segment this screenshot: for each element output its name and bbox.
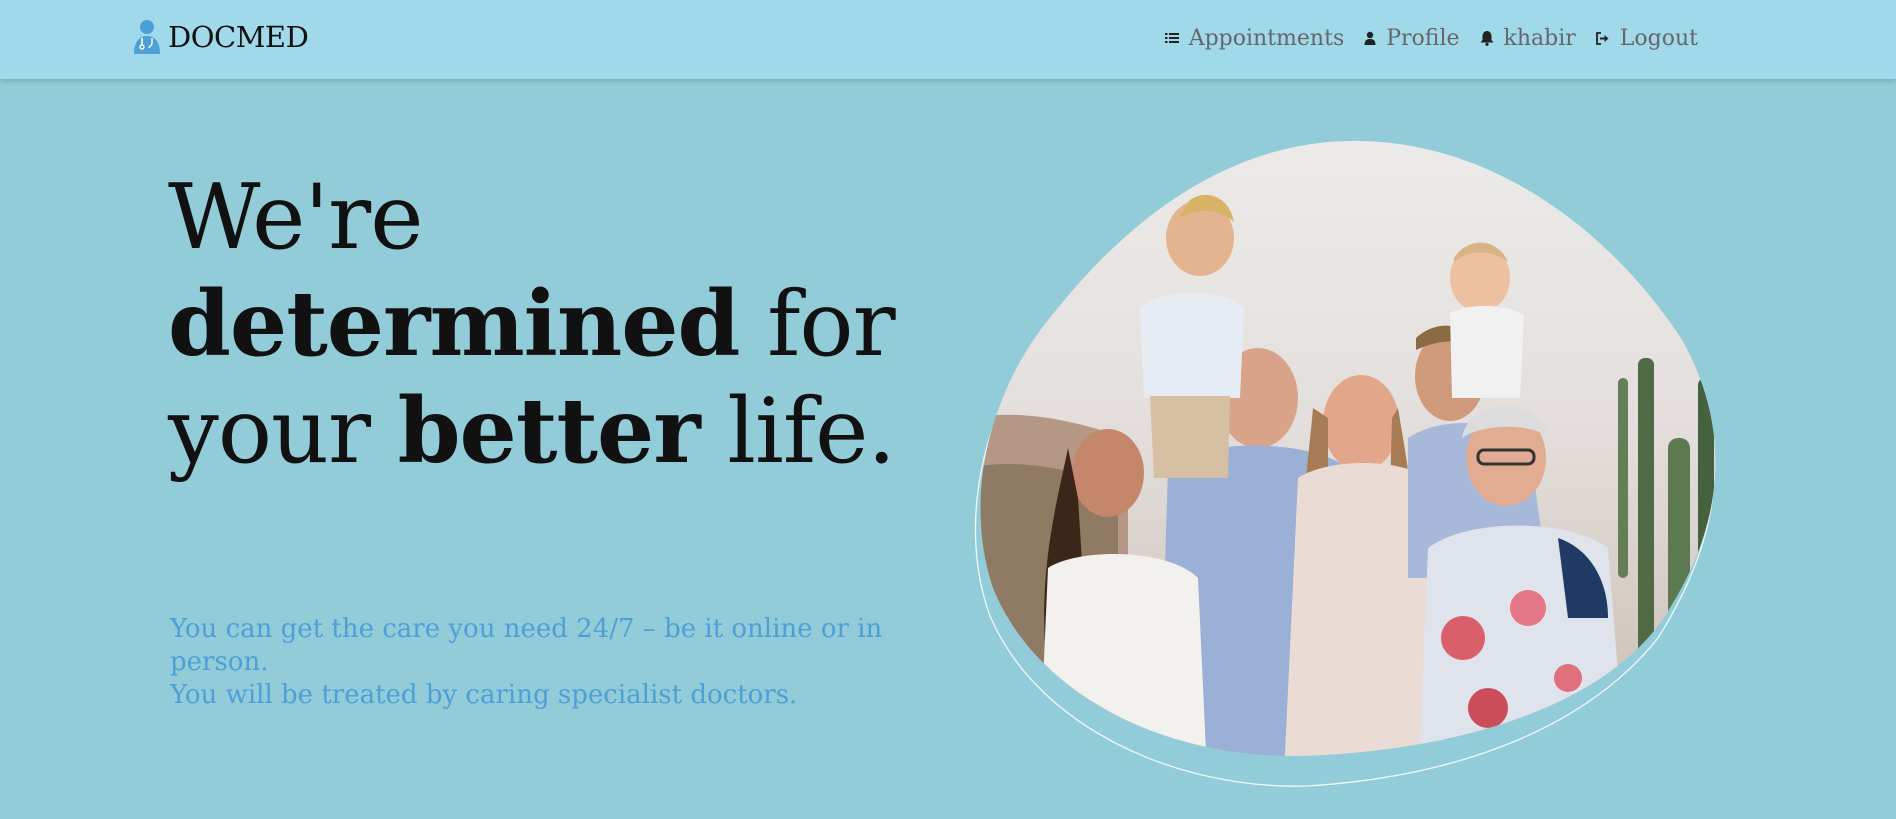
hero-title-word-3: for: [739, 272, 896, 377]
hero-title-word-4: your: [168, 379, 398, 484]
brand-logo-link[interactable]: DOCMED: [132, 18, 309, 56]
nav-appointments-label: Appointments: [1188, 25, 1345, 51]
nav-profile[interactable]: Profile: [1364, 25, 1460, 51]
user-icon: [1364, 31, 1376, 45]
nav-appointments[interactable]: Appointments: [1164, 25, 1345, 51]
brand-name: DOCMED: [168, 20, 309, 54]
nav-notifications[interactable]: khabir: [1480, 26, 1576, 51]
nav-profile-label: Profile: [1386, 25, 1460, 51]
hero-title: We're determined for your better life.: [168, 165, 928, 485]
hero-description: You can get the care you need 24/7 – be …: [170, 613, 910, 712]
nav-logout[interactable]: Logout: [1595, 25, 1698, 51]
bell-icon: [1480, 31, 1494, 46]
navbar: DOCMED Appointments Profile khabir Logou…: [0, 0, 1896, 79]
nav-user-name: khabir: [1503, 25, 1576, 51]
list-icon: [1164, 33, 1179, 43]
hero-description-line-1: You can get the care you need 24/7 – be …: [170, 614, 883, 677]
logout-icon: [1595, 31, 1609, 45]
hero-title-word-2: determined: [168, 271, 740, 377]
hero-title-word-1: We're: [168, 165, 423, 270]
nav-links: Appointments Profile khabir Logout: [1145, 0, 1698, 76]
doctor-icon: [134, 20, 160, 54]
hero-description-line-2: You will be treated by caring specialist…: [170, 680, 798, 710]
nav-logout-label: Logout: [1619, 25, 1698, 51]
hero-title-word-6: life.: [699, 379, 896, 484]
hero-title-word-5: better: [397, 378, 701, 484]
family-photo: [974, 140, 1716, 787]
